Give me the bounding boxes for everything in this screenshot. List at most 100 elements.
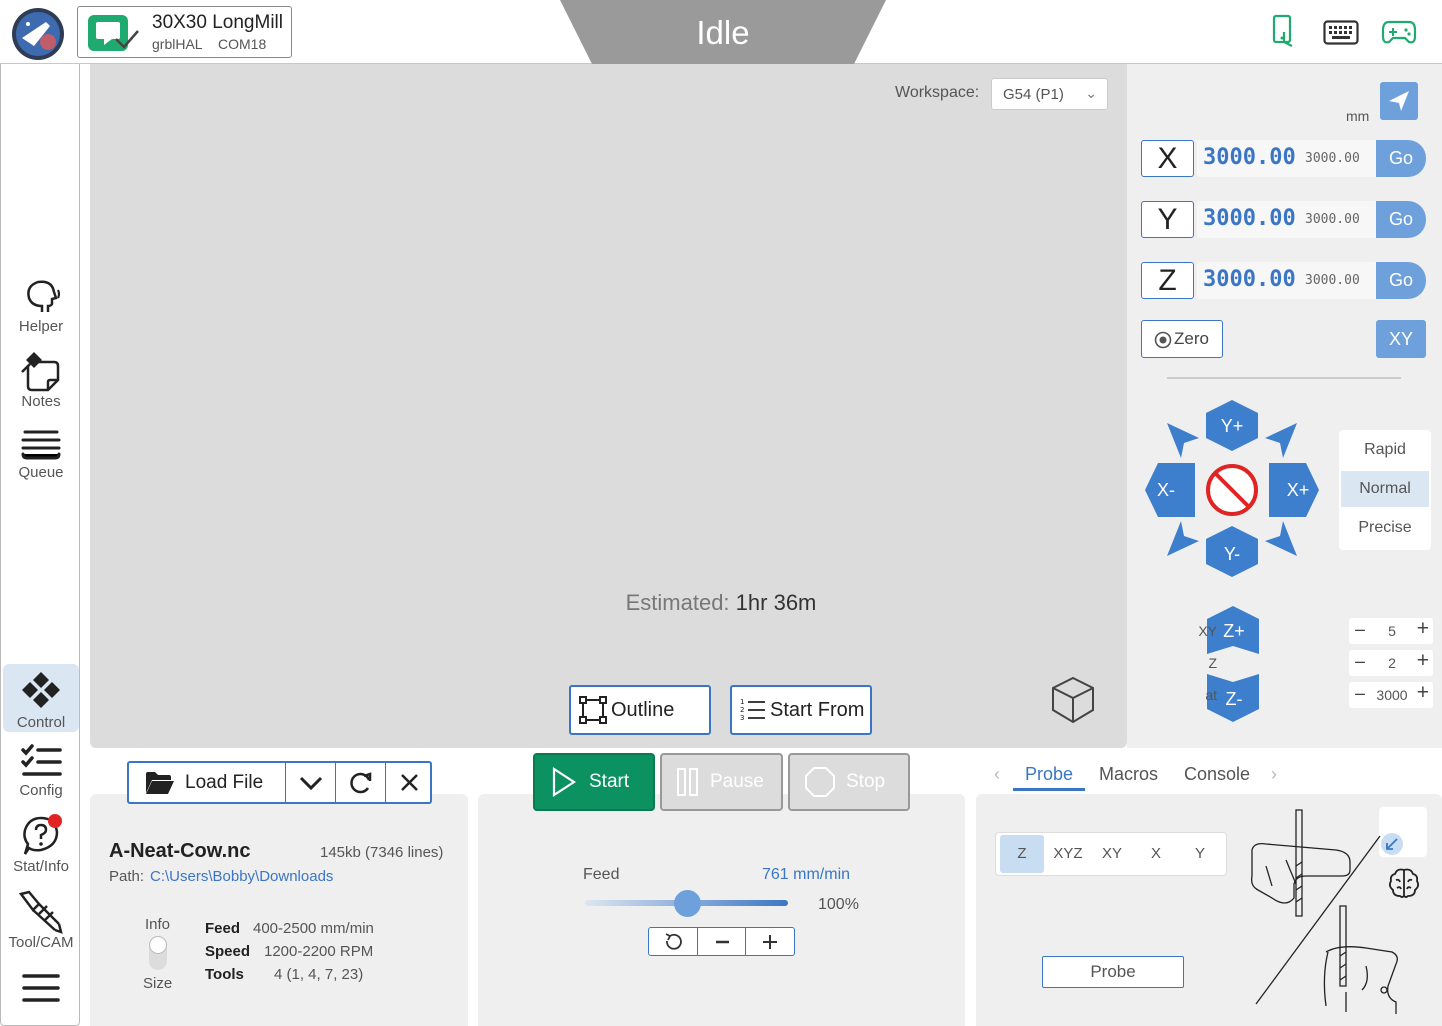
recent-files-button[interactable] [285, 763, 335, 802]
axis-x-go-button[interactable]: Go [1376, 140, 1426, 177]
stop-job-button[interactable]: Stop [788, 753, 910, 811]
xy-step-label: XY [1198, 623, 1217, 639]
sidebar-item-queue[interactable]: Queue [3, 428, 79, 481]
feed-override-label: Feed [583, 866, 620, 883]
axis-z-go-button[interactable]: Go [1376, 262, 1426, 299]
top-bar: 30X30 LongMill grblHAL COM18 Idle [0, 0, 1442, 70]
axis-z-value[interactable]: 3000.00 3000.00 [1197, 262, 1377, 299]
probe-button[interactable]: Probe [1042, 956, 1184, 988]
z-step-label: Z [1208, 655, 1217, 671]
tab-probe[interactable]: Probe [1013, 764, 1086, 791]
3d-view-cube-icon[interactable] [1050, 676, 1096, 724]
probe-panel: Z XYZ XY X Y Probe [976, 794, 1442, 1026]
sidebar-item-label: Tool/CAM [8, 934, 74, 951]
workspace-label: Workspace: [895, 84, 980, 101]
go-xy-zero-button[interactable]: XY [1376, 320, 1426, 358]
reload-file-button[interactable] [335, 763, 385, 802]
feed-override-percent: 100% [818, 896, 859, 913]
probe-option-x[interactable]: X [1134, 835, 1178, 873]
speed-normal[interactable]: Normal [1341, 471, 1429, 507]
outline-button[interactable]: Outline [569, 685, 711, 735]
chevron-down-icon: ⌄ [1085, 85, 1097, 101]
probe-option-z[interactable]: Z [1000, 835, 1044, 873]
jog-diag-ul-button[interactable] [1167, 423, 1199, 458]
increment-button[interactable]: + [1417, 681, 1429, 705]
close-file-button[interactable] [385, 763, 432, 802]
tab-macros[interactable]: Macros [1099, 764, 1158, 785]
machine-name: 30X30 LongMill [152, 12, 283, 33]
start-from-label: Start From [770, 698, 865, 721]
jog-diag-dr-button[interactable] [1265, 521, 1297, 556]
tabs-scroll-right[interactable]: › [1271, 764, 1277, 785]
increment-button[interactable]: + [1417, 649, 1429, 673]
feed-slider-handle[interactable] [674, 890, 701, 917]
workspace-select[interactable]: G54 (P1) ⌄ [991, 78, 1108, 110]
sidebar-item-label: Stat/Info [13, 858, 69, 875]
stat-speed-value: 1200-2200 RPM [264, 943, 374, 960]
load-file-button[interactable]: Load File [129, 763, 285, 802]
menu-hamburger-icon[interactable] [3, 972, 79, 1012]
axis-y-value[interactable]: 3000.00 3000.00 [1197, 201, 1377, 238]
probe-option-xy[interactable]: XY [1090, 835, 1134, 873]
axis-y-go-button[interactable]: Go [1376, 201, 1426, 238]
port-label: COM18 [218, 36, 267, 52]
machine-selector[interactable]: 30X30 LongMill grblHAL COM18 [77, 6, 292, 58]
axis-x-work: 3000.00 [1203, 145, 1296, 170]
axis-z-label[interactable]: Z [1141, 262, 1194, 299]
tabs-scroll-left[interactable]: ‹ [994, 764, 1000, 785]
sidebar-item-config[interactable]: Config [3, 744, 79, 800]
path-label: Path: [109, 868, 145, 885]
keyboard-icon[interactable] [1323, 20, 1359, 46]
file-path-link[interactable]: C:\Users\Bobby\Downloads [150, 868, 333, 885]
reset-feed-button[interactable] [649, 928, 697, 955]
xy-step-value[interactable]: 5 [1367, 623, 1417, 639]
phone-remote-icon[interactable] [1270, 14, 1298, 48]
start-job-button[interactable]: Start [533, 753, 655, 811]
sidebar-item-notes[interactable]: Notes [3, 352, 79, 412]
axis-y-label[interactable]: Y [1141, 201, 1194, 238]
increment-button[interactable]: + [1417, 617, 1429, 641]
probe-option-xyz[interactable]: XYZ [1046, 835, 1090, 873]
probe-option-y[interactable]: Y [1178, 835, 1222, 873]
decrement-button[interactable]: – [1355, 651, 1365, 672]
decrement-button[interactable]: – [1355, 619, 1365, 640]
play-icon [552, 767, 577, 797]
pause-job-button[interactable]: Pause [660, 753, 783, 811]
goto-location-button[interactable] [1380, 82, 1418, 120]
feed-step-value[interactable]: 3000 [1367, 687, 1417, 703]
stop-jog-icon[interactable] [1206, 464, 1258, 516]
visualizer[interactable]: Workspace: G54 (P1) ⌄ [90, 64, 1127, 748]
feed-override-value: 761 mm/min [762, 866, 851, 883]
probe-axis-selector: Z XYZ XY X Y [995, 832, 1227, 876]
axis-x-label[interactable]: X [1141, 140, 1194, 177]
decrease-feed-button[interactable] [697, 928, 746, 955]
sidebar-item-label: Queue [18, 464, 64, 481]
config-icon [21, 744, 62, 776]
start-label: Start [589, 771, 630, 792]
sidebar-item-helper[interactable]: Helper [3, 278, 79, 338]
decrement-button[interactable]: – [1355, 683, 1365, 704]
info-size-toggle[interactable] [149, 936, 167, 970]
increase-feed-button[interactable] [746, 928, 794, 955]
load-file-label: Load File [185, 771, 264, 793]
jog-z-minus-label: Z- [1225, 689, 1243, 709]
units-label: mm [1346, 108, 1370, 124]
xy-step-stepper[interactable]: – 5 + [1349, 617, 1433, 644]
jog-diag-ur-button[interactable] [1265, 423, 1297, 458]
speed-rapid[interactable]: Rapid [1341, 432, 1429, 468]
feed-step-stepper[interactable]: – 3000 + [1349, 681, 1433, 708]
gamepad-icon[interactable] [1381, 20, 1417, 46]
z-step-stepper[interactable]: – 2 + [1349, 649, 1433, 676]
z-step-value[interactable]: 2 [1367, 655, 1417, 671]
sidebar-item-control[interactable]: Control [3, 664, 79, 732]
tab-console[interactable]: Console [1184, 764, 1250, 785]
sidebar-item-tool-cam[interactable]: Tool/CAM [3, 890, 79, 951]
file-name: A-Neat-Cow.nc [109, 840, 251, 862]
control-icon [22, 672, 60, 708]
sidebar-item-stat-info[interactable]: Stat/Info [3, 814, 79, 876]
jog-diag-dl-button[interactable] [1167, 521, 1199, 556]
zero-button[interactable]: Zero [1141, 320, 1223, 358]
start-from-button[interactable]: 123 Start From [730, 685, 872, 735]
axis-x-value[interactable]: 3000.00 3000.00 [1197, 140, 1377, 177]
speed-precise[interactable]: Precise [1341, 510, 1429, 546]
